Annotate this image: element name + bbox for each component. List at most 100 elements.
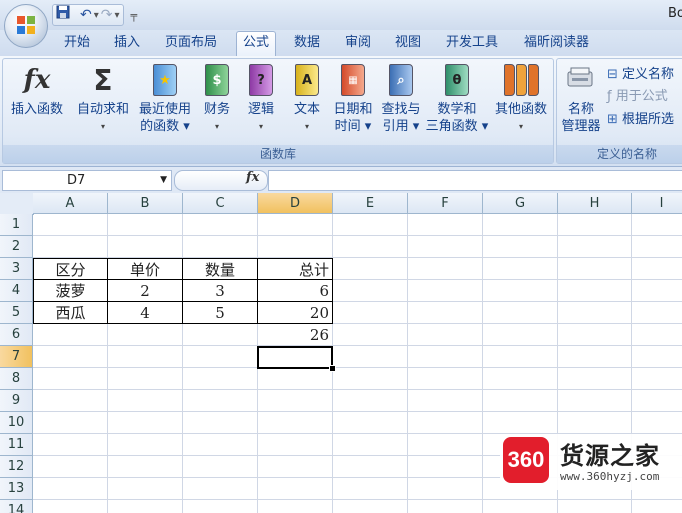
cell-e8[interactable] — [333, 368, 408, 390]
cell-e3[interactable] — [333, 258, 408, 280]
cell-b1[interactable] — [108, 214, 183, 236]
cell-g5[interactable] — [483, 302, 558, 324]
use-in-formula-button[interactable]: ƒ 用于公式 — [607, 85, 668, 104]
column-header-e[interactable]: E — [333, 193, 408, 214]
date-time-button[interactable]: ▦ 日期和 时间 ▾ — [329, 63, 377, 135]
cell-a9[interactable] — [33, 390, 108, 412]
tab-insert[interactable]: 插入 — [108, 32, 146, 54]
cell-f9[interactable] — [408, 390, 483, 412]
cell-e14[interactable] — [333, 500, 408, 513]
financial-button[interactable]: $ 财务 ▾ — [197, 63, 237, 135]
cell-e7[interactable] — [333, 346, 408, 368]
cell-h5[interactable] — [558, 302, 632, 324]
cell-a1[interactable] — [33, 214, 108, 236]
column-header-g[interactable]: G — [483, 193, 558, 214]
cell-i7[interactable] — [632, 346, 682, 368]
cell-g4[interactable] — [483, 280, 558, 302]
cell-i6[interactable] — [632, 324, 682, 346]
insert-function-fx-button[interactable]: fx — [246, 170, 259, 185]
cell-i2[interactable] — [632, 236, 682, 258]
cell-a6[interactable] — [33, 324, 108, 346]
logical-button[interactable]: ? 逻辑 ▾ — [241, 63, 281, 135]
tab-developer[interactable]: 开发工具 — [440, 32, 504, 54]
cell-a12[interactable] — [33, 456, 108, 478]
cell-d5[interactable]: 20 — [258, 302, 333, 324]
cell-b6[interactable] — [108, 324, 183, 346]
cell-d10[interactable] — [258, 412, 333, 434]
column-header-b[interactable]: B — [108, 193, 183, 214]
fill-handle[interactable] — [329, 365, 336, 372]
cell-f11[interactable] — [408, 434, 483, 456]
cell-d13[interactable] — [258, 478, 333, 500]
office-button[interactable] — [4, 4, 48, 48]
more-functions-button[interactable]: 其他函数 ▾ — [491, 63, 551, 135]
column-header-h[interactable]: H — [558, 193, 632, 214]
cell-h14[interactable] — [558, 500, 632, 513]
cell-a3[interactable]: 区分 — [33, 258, 108, 280]
cell-c9[interactable] — [183, 390, 258, 412]
redo-dropdown-icon[interactable]: ▾ — [115, 10, 120, 21]
tab-page-layout[interactable]: 页面布局 — [159, 32, 223, 54]
undo-icon[interactable]: ↶ — [80, 5, 92, 25]
cell-c1[interactable] — [183, 214, 258, 236]
cell-g6[interactable] — [483, 324, 558, 346]
cell-d3[interactable]: 总计 — [258, 258, 333, 280]
cell-h1[interactable] — [558, 214, 632, 236]
cell-i14[interactable] — [632, 500, 682, 513]
column-header-i[interactable]: I — [632, 193, 682, 214]
define-name-button[interactable]: ⊟ 定义名称 — [607, 63, 674, 82]
undo-dropdown-icon[interactable]: ▾ — [94, 10, 99, 21]
cell-a8[interactable] — [33, 368, 108, 390]
cell-d8[interactable] — [258, 368, 333, 390]
cell-f1[interactable] — [408, 214, 483, 236]
tab-foxit-reader[interactable]: 福昕阅读器 — [518, 32, 595, 54]
cell-i9[interactable] — [632, 390, 682, 412]
cell-h9[interactable] — [558, 390, 632, 412]
row-header-10[interactable]: 10 — [0, 412, 33, 434]
cell-i1[interactable] — [632, 214, 682, 236]
row-header-14[interactable]: 14 — [0, 500, 33, 513]
text-button[interactable]: A 文本 ▾ — [287, 63, 327, 135]
cell-f14[interactable] — [408, 500, 483, 513]
cell-c11[interactable] — [183, 434, 258, 456]
row-header-6[interactable]: 6 — [0, 324, 33, 346]
cell-b14[interactable] — [108, 500, 183, 513]
cell-h8[interactable] — [558, 368, 632, 390]
cell-c3[interactable]: 数量 — [183, 258, 258, 280]
cell-b7[interactable] — [108, 346, 183, 368]
cell-g8[interactable] — [483, 368, 558, 390]
cell-c10[interactable] — [183, 412, 258, 434]
select-all-corner[interactable] — [0, 193, 34, 215]
cell-d4[interactable]: 6 — [258, 280, 333, 302]
cell-g9[interactable] — [483, 390, 558, 412]
cell-c8[interactable] — [183, 368, 258, 390]
cell-e4[interactable] — [333, 280, 408, 302]
cell-f2[interactable] — [408, 236, 483, 258]
cell-d1[interactable] — [258, 214, 333, 236]
cell-e6[interactable] — [333, 324, 408, 346]
cell-a14[interactable] — [33, 500, 108, 513]
cell-b8[interactable] — [108, 368, 183, 390]
name-manager-button[interactable]: 名称 管理器 — [559, 63, 603, 135]
cell-e13[interactable] — [333, 478, 408, 500]
cell-b3[interactable]: 单价 — [108, 258, 183, 280]
cell-b10[interactable] — [108, 412, 183, 434]
row-header-13[interactable]: 13 — [0, 478, 33, 500]
cell-g7[interactable] — [483, 346, 558, 368]
cell-f8[interactable] — [408, 368, 483, 390]
cell-g10[interactable] — [483, 412, 558, 434]
formula-input[interactable] — [268, 170, 682, 191]
row-header-9[interactable]: 9 — [0, 390, 33, 412]
cell-c5[interactable]: 5 — [183, 302, 258, 324]
cell-d2[interactable] — [258, 236, 333, 258]
cell-f7[interactable] — [408, 346, 483, 368]
cell-d14[interactable] — [258, 500, 333, 513]
row-header-1[interactable]: 1 — [0, 214, 33, 236]
customize-qat-icon[interactable]: ╤ — [131, 9, 138, 22]
cell-a10[interactable] — [33, 412, 108, 434]
cell-f4[interactable] — [408, 280, 483, 302]
cell-i10[interactable] — [632, 412, 682, 434]
insert-function-button[interactable]: fx 插入函数 — [5, 63, 69, 118]
cell-b13[interactable] — [108, 478, 183, 500]
cell-e11[interactable] — [333, 434, 408, 456]
